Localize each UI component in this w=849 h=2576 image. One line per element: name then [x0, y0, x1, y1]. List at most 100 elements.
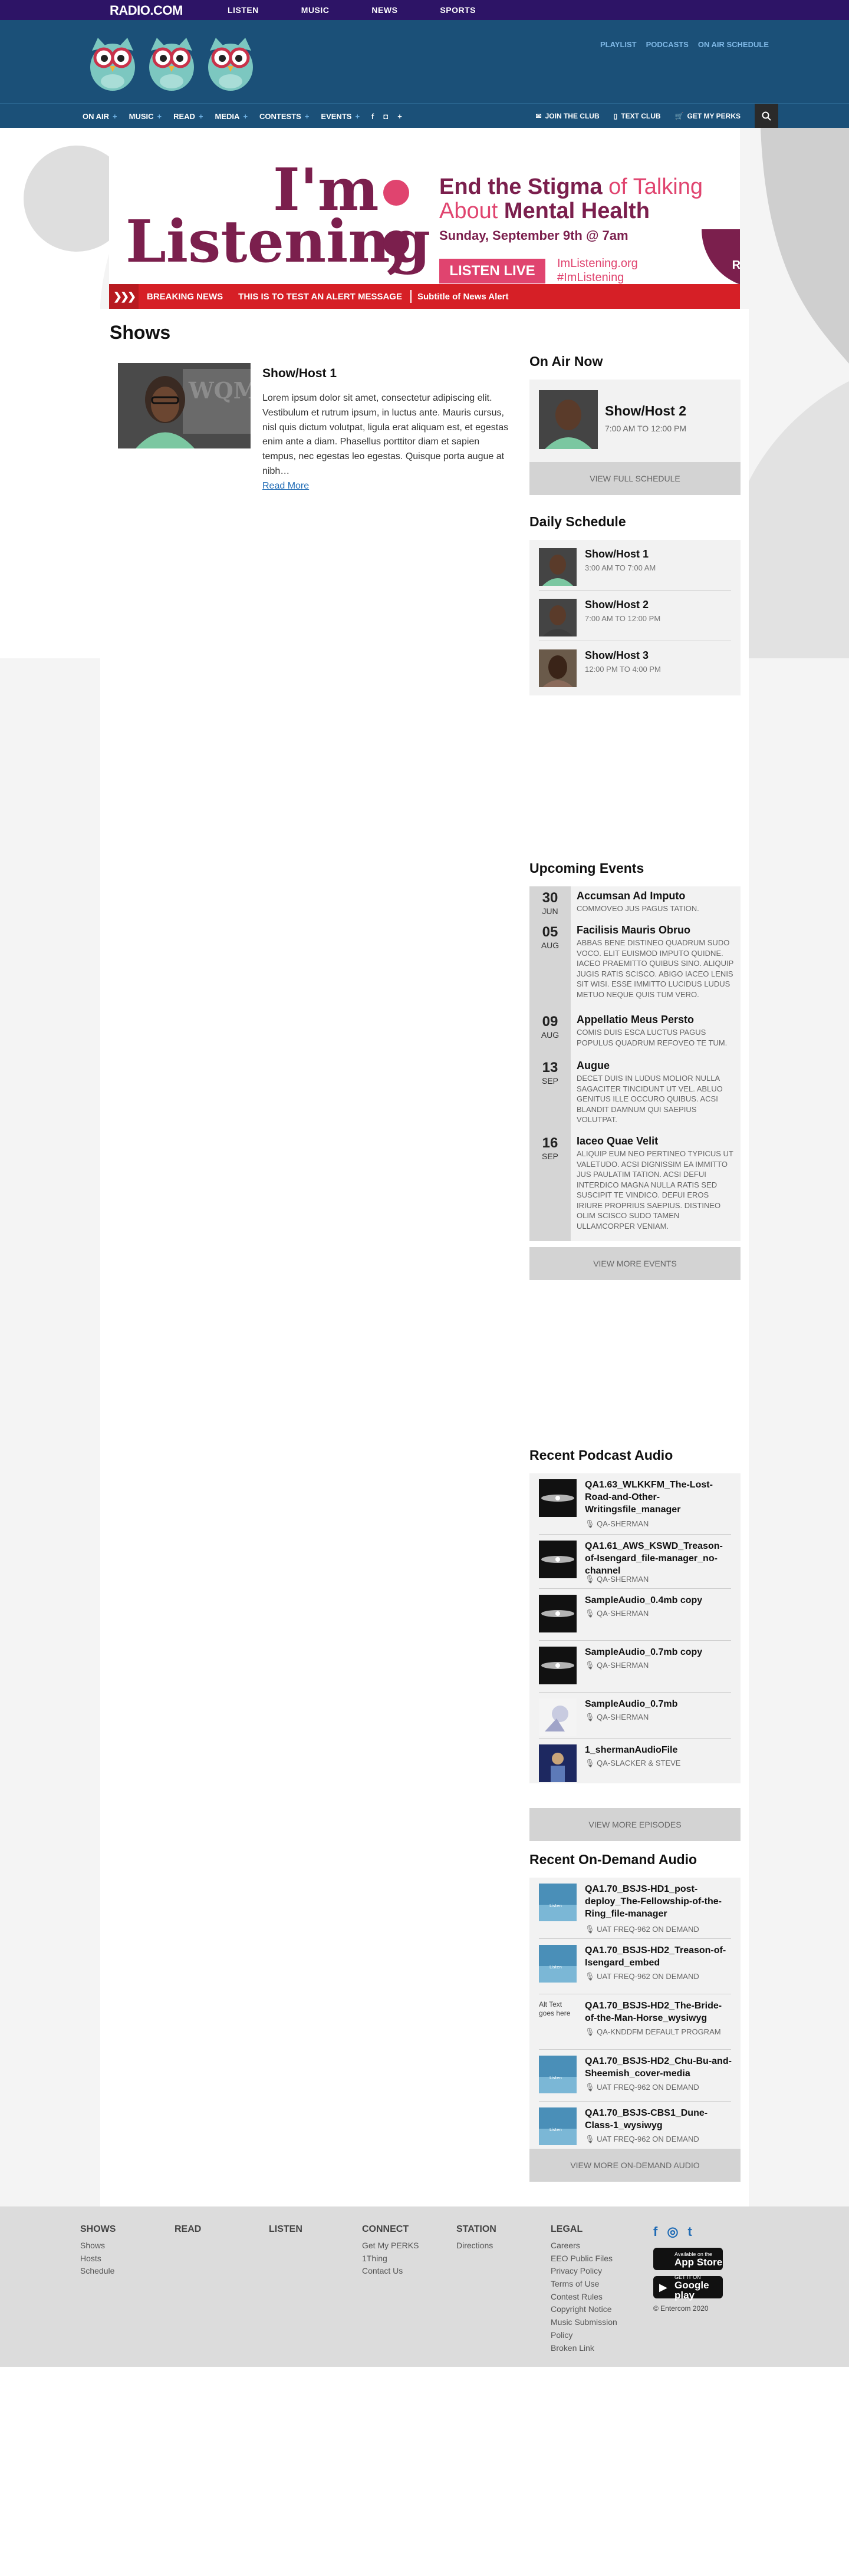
phone-icon: ▯: [613, 112, 618, 120]
footer-link[interactable]: Shows: [80, 2239, 116, 2252]
network-nav-news[interactable]: NEWS: [371, 0, 397, 20]
mic-icon: 🎙: [585, 1519, 595, 1528]
footer-link[interactable]: Copyright Notice: [551, 2303, 627, 2316]
app-store-button[interactable]: Available on the App Store: [653, 2248, 723, 2270]
event-date: 30 JUN: [529, 886, 571, 921]
nav-events[interactable]: EVENTS +: [321, 112, 360, 121]
ondemand-item[interactable]: Listen QA1.70_BSJS-HD1_post-deploy_The-F…: [539, 1878, 731, 1939]
footer-link[interactable]: EEO Public Files: [551, 2252, 627, 2265]
mic-icon: 🎙: [585, 1609, 595, 1618]
view-more-events-button[interactable]: VIEW MORE EVENTS: [529, 1247, 741, 1280]
ondemand-item[interactable]: Listen QA1.70_BSJS-CBS1_Dune-Class-1_wys…: [539, 2102, 731, 2149]
ondemand-item[interactable]: Listen QA1.70_BSJS-HD2_Treason-of-Isenga…: [539, 1939, 731, 1994]
schedule-item[interactable]: Show/Host 1 3:00 AM TO 7:00 AM: [539, 543, 731, 591]
podcast-item[interactable]: QA1.61_AWS_KSWD_Treason-of-Isengard_file…: [539, 1535, 731, 1589]
footer-link[interactable]: Contact Us: [362, 2265, 419, 2278]
ondemand-panel: Listen QA1.70_BSJS-HD1_post-deploy_The-F…: [529, 1878, 741, 2149]
instagram-icon[interactable]: ◘: [383, 112, 388, 121]
ondemand-item[interactable]: Alt Text goes here QA1.70_BSJS-HD2_The-B…: [539, 1994, 731, 2050]
footer-link[interactable]: Get My PERKS: [362, 2239, 419, 2252]
twitter-icon[interactable]: t: [688, 2224, 692, 2239]
semicolon-icon: [383, 180, 409, 275]
podcast-item[interactable]: SampleAudio_0.7mb 🎙 QA-SHERMAN: [539, 1693, 731, 1739]
nav-contests[interactable]: CONTESTS +: [259, 112, 309, 121]
network-nav-music[interactable]: MUSIC: [301, 0, 330, 20]
footer-connect: CONNECT Get My PERKS 1Thing Contact Us: [362, 2224, 419, 2278]
show-name[interactable]: Show/Host 1: [262, 367, 337, 381]
more-icon[interactable]: +: [397, 112, 402, 121]
ondemand-thumbnail: Listen: [539, 2107, 577, 2145]
network-nav-listen[interactable]: LISTEN: [228, 0, 259, 20]
facebook-icon[interactable]: f: [653, 2224, 657, 2239]
show-host-photo[interactable]: WQM: [118, 363, 251, 448]
podcast-thumbnail: [539, 1698, 577, 1736]
facebook-icon[interactable]: f: [371, 112, 374, 121]
nav-media[interactable]: MEDIA +: [215, 112, 248, 121]
breaking-news-message: THIS IS TO TEST AN ALERT MESSAGE: [238, 291, 402, 302]
view-full-schedule-button[interactable]: VIEW FULL SCHEDULE: [529, 462, 741, 495]
join-the-club-link[interactable]: ✉ JOIN THE CLUB: [536, 112, 600, 120]
footer-link[interactable]: Directions: [456, 2239, 496, 2252]
host-thumbnail: [539, 649, 577, 687]
on-air-schedule-link[interactable]: ON AIR SCHEDULE: [698, 40, 769, 49]
main-nav: ON AIR + MUSIC + READ + MEDIA + CONTESTS + EV…: [0, 103, 849, 128]
mic-icon: 🎙: [585, 1759, 595, 1767]
get-my-perks-link[interactable]: 🛒 GET MY PERKS: [675, 112, 741, 120]
view-more-episodes-button[interactable]: VIEW MORE EPISODES: [529, 1808, 741, 1841]
divider: [410, 290, 412, 303]
instagram-icon[interactable]: ◎: [667, 2224, 678, 2239]
podcast-item[interactable]: SampleAudio_0.7mb copy 🎙 QA-SHERMAN: [539, 1641, 731, 1693]
station-owl-logo[interactable]: [86, 33, 263, 92]
broken-image-placeholder: Alt Text goes here: [539, 2000, 577, 2038]
nav-music[interactable]: MUSIC +: [129, 112, 162, 121]
mic-icon: 🎙: [585, 1925, 595, 1934]
nav-on-air[interactable]: ON AIR +: [83, 112, 117, 121]
schedule-item[interactable]: Show/Host 3 12:00 PM TO 4:00 PM: [539, 645, 731, 692]
text-club-link[interactable]: ▯ TEXT CLUB: [614, 112, 661, 120]
listen-live-button[interactable]: LISTEN LIVE: [439, 259, 545, 283]
promo-banner[interactable]: RADIO.COM I'm Listening End the Stigma o…: [109, 128, 740, 285]
breaking-news-bar[interactable]: ❯❯❯ BREAKING NEWS THIS IS TO TEST AN ALE…: [109, 284, 740, 309]
footer-link[interactable]: Hosts: [80, 2252, 116, 2265]
read-more-link[interactable]: Read More: [262, 481, 309, 492]
radiocom-logo[interactable]: RADIO.COM: [110, 3, 183, 18]
mic-icon: 🎙: [585, 2083, 595, 2092]
mic-icon: 🎙: [585, 1972, 595, 1981]
svg-text:Listen: Listen: [549, 1965, 562, 1970]
footer-link[interactable]: Contest Rules: [551, 2291, 627, 2304]
podcast-item[interactable]: 1_shermanAudioFile 🎙 QA-SLACKER & STEVE: [539, 1739, 731, 1783]
podcast-item[interactable]: SampleAudio_0.4mb copy 🎙 QA-SHERMAN: [539, 1589, 731, 1641]
footer-link[interactable]: Careers: [551, 2239, 627, 2252]
footer-station: STATION Directions: [456, 2224, 496, 2252]
footer-link[interactable]: Privacy Policy: [551, 2265, 627, 2278]
google-play-button[interactable]: ▶ GET IT ON Google play: [653, 2274, 723, 2300]
mic-icon: 🎙: [585, 1713, 595, 1721]
svg-text:Listen: Listen: [549, 2076, 562, 2080]
expand-icon: +: [157, 111, 162, 121]
footer-link[interactable]: Broken Link: [551, 2342, 627, 2355]
footer: SHOWS Shows Hosts Schedule READ LISTEN C…: [0, 2206, 849, 2367]
search-icon: [762, 111, 771, 121]
view-more-ondemand-button[interactable]: VIEW MORE ON-DEMAND AUDIO: [529, 2149, 741, 2182]
event-date: 05 AUG: [529, 921, 571, 1010]
ondemand-item[interactable]: Listen QA1.70_BSJS-HD2_Chu-Bu-and-Sheemi…: [539, 2050, 732, 2102]
nav-read[interactable]: READ +: [173, 112, 203, 121]
mail-icon: ✉: [535, 112, 542, 120]
footer-legal: LEGAL Careers EEO Public Files Privacy P…: [551, 2224, 627, 2354]
network-nav-sports[interactable]: SPORTS: [440, 0, 476, 20]
footer-link[interactable]: 1Thing: [362, 2252, 419, 2265]
footer-link[interactable]: Music Submission Policy: [551, 2316, 627, 2341]
on-air-name[interactable]: Show/Host 2: [605, 403, 686, 419]
podcasts-link[interactable]: PODCASTS: [646, 40, 689, 49]
podcast-item[interactable]: QA1.63_WLKKFM_The-Lost-Road-and-Other-Wr…: [539, 1473, 731, 1535]
page-title: Shows: [110, 322, 171, 343]
schedule-item[interactable]: Show/Host 2 7:00 AM TO 12:00 PM: [539, 594, 731, 641]
search-button[interactable]: [755, 104, 778, 128]
footer-link[interactable]: Schedule: [80, 2265, 116, 2278]
on-air-photo[interactable]: [539, 390, 598, 449]
playlist-link[interactable]: PLAYLIST: [600, 40, 637, 49]
ondemand-thumbnail: Listen: [539, 1884, 577, 1921]
host-thumbnail: [539, 548, 577, 586]
svg-text:Listen: Listen: [549, 1904, 562, 1908]
footer-link[interactable]: Terms of Use: [551, 2278, 627, 2291]
